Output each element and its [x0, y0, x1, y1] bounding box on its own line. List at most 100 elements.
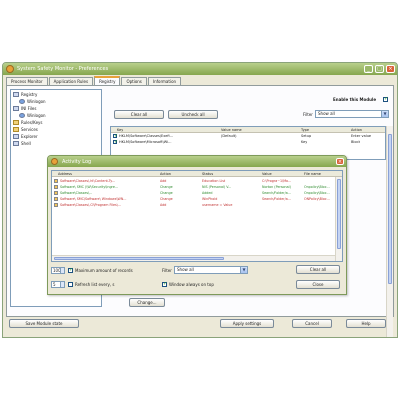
cell-value: C:\Progra~1\Mo...: [262, 179, 292, 183]
log-horizontal-scrollbar[interactable]: [52, 255, 335, 261]
filter-label: Filter: [303, 112, 313, 117]
tree-item-label: Winlogon: [27, 99, 46, 104]
cell-action: Change: [160, 185, 173, 189]
list-item[interactable]: Software\Classes\... Change Added Search/Fo…: [52, 191, 335, 196]
winlogon-icon: [19, 113, 25, 118]
tree-item-shell[interactable]: Shell: [13, 141, 31, 146]
tree-item-registry[interactable]: Registry: [13, 92, 37, 97]
column-header-action[interactable]: Action: [160, 172, 171, 176]
dialog-app-icon: [51, 158, 58, 165]
tree-item-winlogon[interactable]: Winlogon: [19, 99, 46, 104]
chevron-down-icon: ▼: [381, 111, 388, 117]
row-checkbox[interactable]: [113, 133, 118, 139]
save-module-state-button[interactable]: Save Module state: [9, 319, 79, 328]
tree-item-explorer[interactable]: Explorer: [13, 134, 38, 139]
column-header-value[interactable]: Value: [262, 172, 272, 176]
change-button[interactable]: Change...: [129, 298, 165, 307]
list-item[interactable]: Software\Classes\.ht\Content-Ty... Add Edu…: [52, 179, 335, 184]
list-item[interactable]: Software\ SMC\Software\ Windows\WN... Cha…: [52, 197, 335, 202]
max-records-spinner[interactable]: 100: [51, 267, 65, 274]
tree-item-label: Registry: [21, 92, 38, 97]
tree-item-rules-keys[interactable]: Rules/Keys: [13, 120, 42, 125]
refresh-list-checkbox[interactable]: [68, 282, 73, 287]
chevron-down-icon: ▼: [240, 267, 247, 273]
filter-value: Show all: [318, 111, 335, 116]
registry-scrollbar[interactable]: [386, 126, 393, 337]
max-records-label: Maximum amount of records: [75, 268, 133, 273]
cell-action: Add: [160, 203, 167, 207]
column-header-file-name[interactable]: File name: [304, 172, 321, 176]
list-item[interactable]: Software\Classes\.Cl\Program Files\... Ad…: [52, 203, 335, 208]
tree-item-ini-files[interactable]: INI Files: [13, 106, 36, 111]
table-row[interactable]: HKLM\Software\Microsoft\Wi... Key Block: [111, 139, 385, 145]
cell-action: Change: [160, 197, 173, 201]
cell-action: Block: [351, 140, 361, 144]
log-close-button[interactable]: Close: [296, 280, 340, 289]
apply-settings-button[interactable]: Apply settings: [220, 319, 274, 328]
max-records-checkbox[interactable]: [68, 267, 73, 273]
scrollbar-thumb[interactable]: [337, 179, 341, 249]
enable-module-checkbox[interactable]: [383, 96, 388, 102]
cell-address: Software\ SMC\Software\ Windows\WN...: [60, 197, 127, 201]
window-title: System Safety Monitor - Preferences: [17, 66, 109, 72]
log-header: Address Action Status Value File name: [52, 171, 342, 177]
log-filter-select[interactable]: Show all ▼: [174, 266, 248, 274]
log-clear-all-button[interactable]: Clear all: [296, 265, 340, 274]
close-button[interactable]: ×: [386, 65, 395, 73]
tree-item-label: Winlogon: [27, 113, 46, 118]
enable-module-label: Enable this Module: [333, 97, 377, 102]
maximize-button[interactable]: □: [375, 65, 384, 73]
scrollbar-thumb[interactable]: [54, 257, 224, 260]
column-header-key[interactable]: Key: [117, 128, 123, 132]
column-header-status[interactable]: Status: [202, 172, 213, 176]
cell-address: Software\ SMC (\W\Security\Ingre...: [60, 185, 119, 189]
tree-item-label: Services: [21, 127, 38, 132]
tab-options[interactable]: Options: [121, 77, 147, 85]
cell-status: username = Value: [202, 203, 233, 207]
minimize-button[interactable]: _: [364, 65, 373, 73]
title-bar[interactable]: System Safety Monitor - Preferences _ □ …: [3, 63, 397, 75]
dialog-close-button[interactable]: ×: [336, 158, 344, 165]
tree-item-services[interactable]: Services: [13, 127, 38, 132]
column-header-address[interactable]: Address: [58, 172, 72, 176]
spinner-arrows-icon[interactable]: [60, 268, 64, 273]
entry-icon: [54, 185, 58, 189]
refresh-interval-spinner[interactable]: 5: [51, 281, 65, 288]
spinner-arrows-icon[interactable]: [60, 282, 64, 287]
cancel-button[interactable]: Cancel: [292, 319, 332, 328]
entry-icon: [54, 191, 58, 195]
entry-icon: [54, 203, 58, 207]
cell-action: Change: [160, 191, 173, 195]
column-header-action[interactable]: Action: [351, 128, 362, 132]
refresh-interval-value: 5: [53, 282, 56, 287]
dialog-title: Activity Log: [62, 159, 92, 165]
scrollbar-thumb[interactable]: [388, 134, 392, 284]
shell-icon: [13, 141, 19, 146]
tab-registry[interactable]: Registry: [94, 76, 121, 85]
grid-header: Key Value name Type Action: [111, 127, 385, 133]
tab-process-monitor[interactable]: Process Monitor: [6, 77, 48, 85]
tab-application-rules[interactable]: Application Rules: [48, 77, 94, 85]
list-item[interactable]: Software\ SMC (\W\Security\Ingre... Chang…: [52, 185, 335, 190]
help-button[interactable]: Help: [346, 319, 386, 328]
uncheck-all-button[interactable]: Uncheck all: [168, 110, 218, 119]
column-header-type[interactable]: Type: [301, 128, 309, 132]
cell-status: WinPhold: [202, 197, 218, 201]
cell-type: Key: [301, 140, 308, 144]
column-header-value-name[interactable]: Value name: [221, 128, 242, 132]
filter-select[interactable]: Show all ▼: [315, 110, 389, 118]
cell-value: Search/Folder/a...: [262, 197, 291, 201]
table-row[interactable]: HKLM\Software\Classes\Exefi... (Default)…: [111, 133, 385, 139]
cell-key: HKLM\Software\Classes\Exefi...: [119, 134, 173, 138]
row-checkbox[interactable]: [113, 139, 118, 145]
always-on-top-checkbox[interactable]: [162, 281, 167, 287]
tree-item-winlogon-ini[interactable]: Winlogon: [19, 113, 46, 118]
log-vertical-scrollbar[interactable]: [335, 177, 342, 261]
log-filter-label: Filter: [162, 268, 172, 273]
folder-icon: [13, 127, 19, 132]
tab-information[interactable]: Information: [147, 77, 182, 85]
tab-strip: Process Monitor Application Rules Regist…: [6, 76, 182, 85]
registry-icon: [13, 92, 19, 97]
dialog-title-bar[interactable]: Activity Log ×: [48, 156, 346, 167]
clear-all-button[interactable]: Clear all: [114, 110, 164, 119]
